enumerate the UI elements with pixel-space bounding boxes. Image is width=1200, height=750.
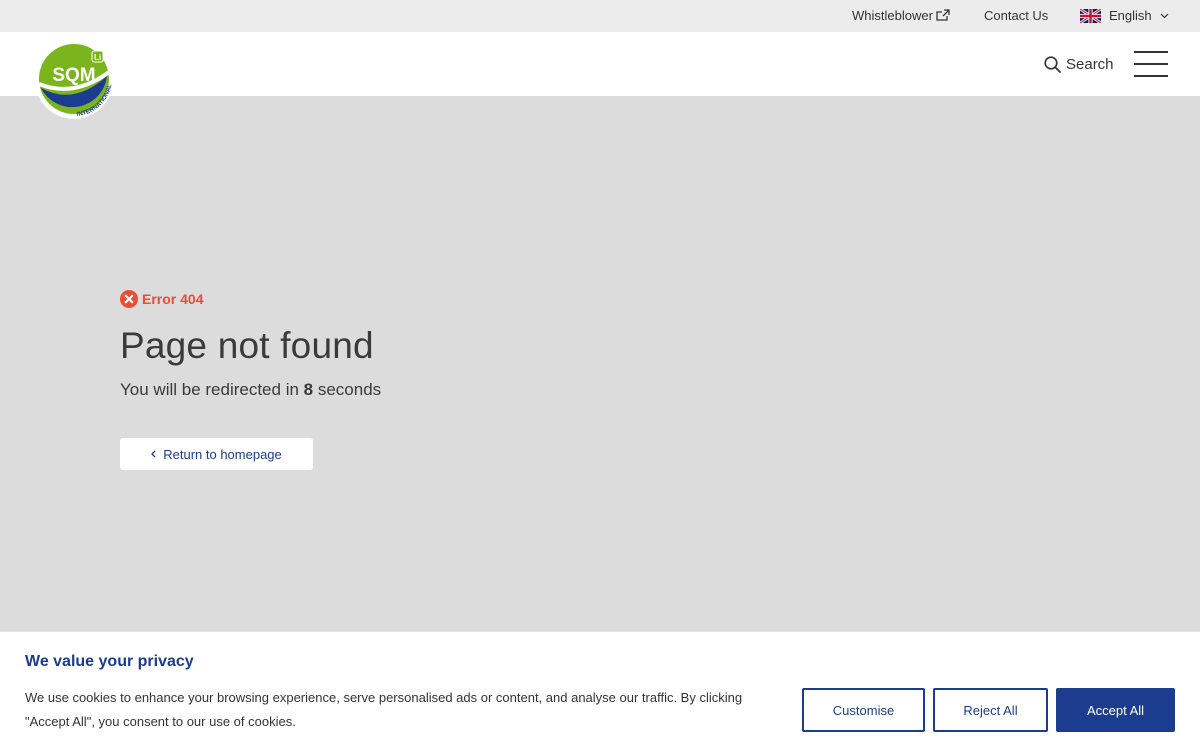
- cookie-banner: We value your privacy We use cookies to …: [0, 631, 1200, 750]
- whistleblower-label: Whistleblower: [852, 8, 933, 23]
- external-link-icon: [936, 1, 950, 33]
- utility-bar: Whistleblower Contact Us English: [0, 0, 1200, 32]
- redirect-suffix: seconds: [313, 380, 382, 399]
- accept-all-button[interactable]: Accept All: [1056, 688, 1175, 732]
- menu-icon[interactable]: [1134, 51, 1168, 77]
- error-badge: Error 404: [120, 288, 381, 310]
- logo-wordmark: SQM: [52, 65, 95, 86]
- whistleblower-link[interactable]: Whistleblower: [852, 0, 950, 32]
- language-selector[interactable]: English: [1080, 0, 1169, 32]
- page-title: Page not found: [120, 325, 374, 366]
- svg-text:Li: Li: [94, 53, 101, 62]
- search-button[interactable]: Search: [1044, 32, 1114, 96]
- uk-flag-icon: [1080, 9, 1101, 23]
- sqm-logo[interactable]: SQM Li INTERNATIONAL: [33, 40, 117, 122]
- language-label: English: [1109, 8, 1152, 23]
- error-content: Error 404 Page not found You will be red…: [120, 288, 381, 470]
- search-label: Search: [1066, 55, 1114, 73]
- return-homepage-label: Return to homepage: [163, 446, 282, 462]
- error-circle-icon: [120, 290, 138, 308]
- site-header: [0, 32, 1200, 96]
- search-icon: [1044, 55, 1061, 73]
- customise-button[interactable]: Customise: [802, 688, 925, 732]
- redirect-prefix: You will be redirected in: [120, 380, 304, 399]
- chevron-down-icon: [1160, 13, 1169, 19]
- chevron-left-icon: [151, 450, 156, 458]
- contact-us-link[interactable]: Contact Us: [984, 0, 1048, 32]
- return-homepage-button[interactable]: Return to homepage: [120, 438, 313, 470]
- cookie-text: We use cookies to enhance your browsing …: [25, 690, 743, 729]
- cookie-title: We value your privacy: [25, 653, 194, 670]
- error-label: Error 404: [142, 291, 204, 307]
- redirect-seconds: 8: [303, 380, 314, 399]
- redirect-message: You will be redirected in 8 seconds: [120, 378, 381, 402]
- reject-all-button[interactable]: Reject All: [933, 688, 1048, 732]
